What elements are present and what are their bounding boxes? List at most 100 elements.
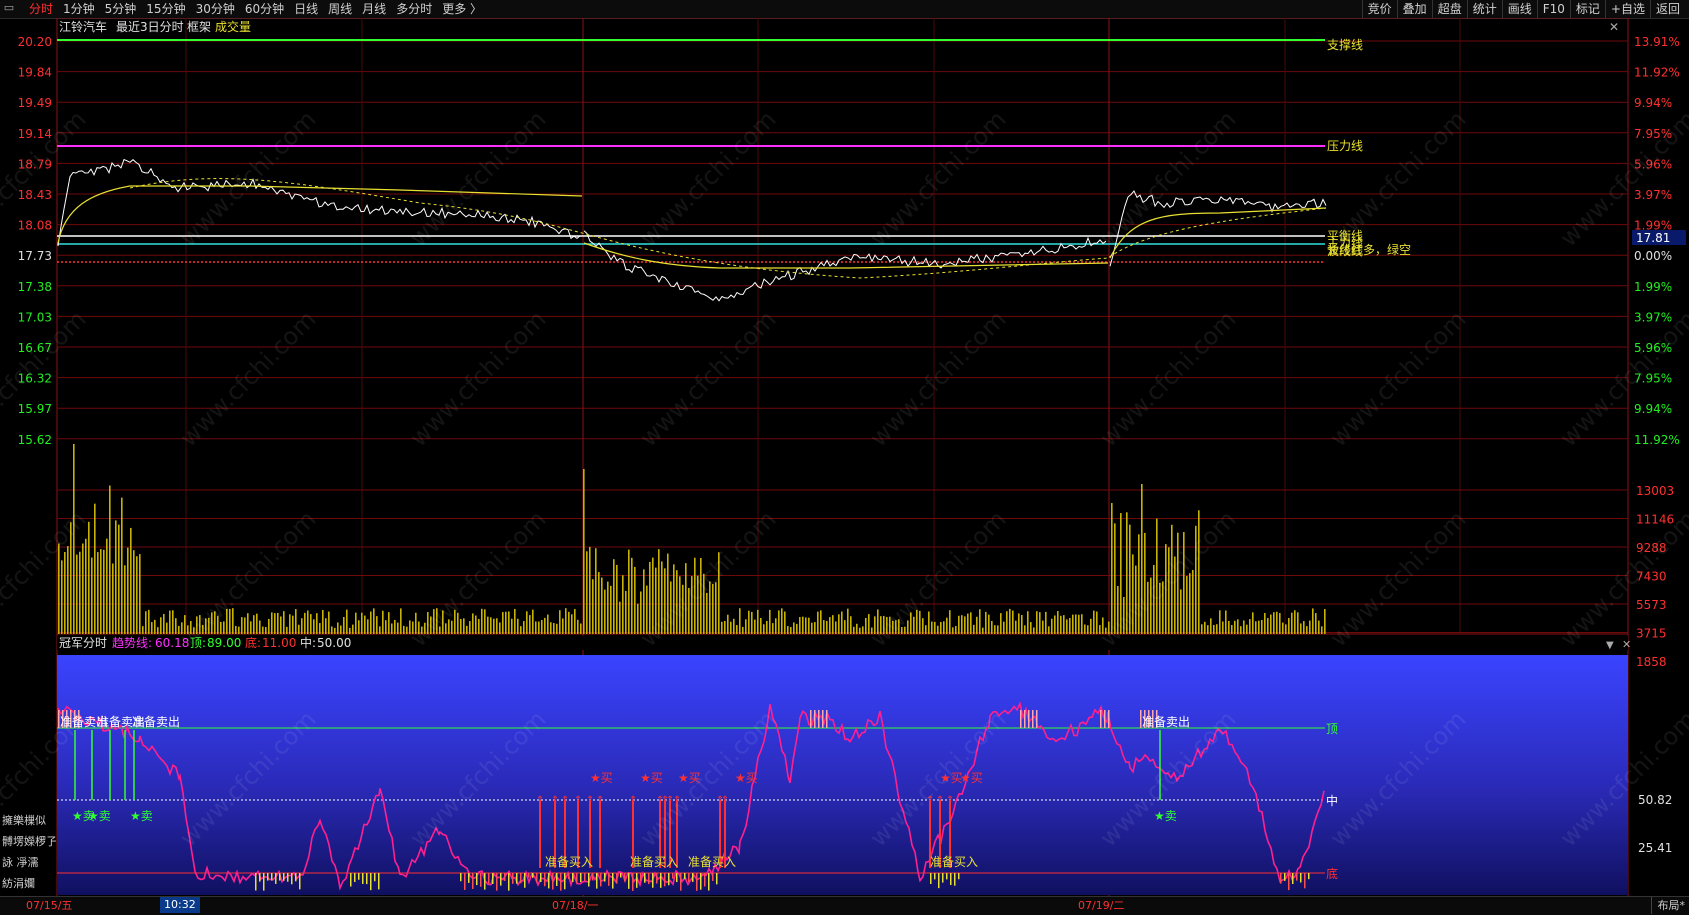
tab-5[interactable]: 60分钟 xyxy=(240,0,289,18)
signal-tick xyxy=(1028,710,1030,728)
pct-tick: 13.91% xyxy=(1634,35,1680,49)
volume-bar xyxy=(940,621,942,634)
signal-tick xyxy=(263,873,265,891)
buy-arrow: ⇑ xyxy=(596,795,604,806)
volume-bar xyxy=(1213,624,1215,634)
signal-tick xyxy=(544,873,546,887)
volume-bar xyxy=(1006,611,1008,634)
volume-bar xyxy=(151,622,153,634)
signal-tick xyxy=(640,873,642,881)
signal-tick xyxy=(692,873,694,882)
signal-tick xyxy=(366,873,368,885)
volume-tick: 1858 xyxy=(1636,655,1667,669)
volume-bar xyxy=(559,610,561,634)
volume-bar xyxy=(118,524,120,634)
volume-bar xyxy=(928,611,930,634)
volume-bar xyxy=(595,548,597,634)
volume-bar xyxy=(520,626,522,634)
signal-tick xyxy=(492,873,494,884)
signal-tick xyxy=(580,873,582,883)
volume-bar xyxy=(1240,626,1242,634)
volume-bar xyxy=(949,610,951,634)
volume-bar xyxy=(730,621,732,634)
volume-bar xyxy=(952,627,954,634)
side-menu-item-3[interactable]: 紡涓孄 xyxy=(0,873,56,894)
menu-icon[interactable]: ▭ xyxy=(2,1,16,15)
tool-8[interactable]: 返回 xyxy=(1649,0,1685,18)
volume-bar xyxy=(154,619,156,634)
price-tick: 20.20 xyxy=(18,35,52,49)
frame-label: 框架 xyxy=(187,20,211,34)
buy-star: ★买 xyxy=(590,771,613,785)
signal-tick xyxy=(512,873,514,884)
volume-bar xyxy=(631,557,633,634)
signal-tick xyxy=(374,873,376,882)
signal-tick xyxy=(476,873,478,886)
volume-bar xyxy=(541,620,543,634)
tab-8[interactable]: 月线 xyxy=(357,0,391,18)
pct-tick: 3.97% xyxy=(1634,188,1672,202)
signal-tick xyxy=(271,873,273,881)
volume-bar xyxy=(121,497,123,634)
volume-bar xyxy=(763,624,765,634)
tool-0[interactable]: 竞价 xyxy=(1361,0,1397,18)
chart-svg[interactable]: 江铃汽车 最近3日分时 框架 成交量 ✕ 20.20 13.91% 19.84 11.92% 19… xyxy=(0,17,1689,896)
volume-bar xyxy=(1039,612,1041,634)
signal-tick xyxy=(822,710,824,728)
tab-10[interactable]: 更多 〉 xyxy=(437,0,487,18)
volume-bar xyxy=(343,617,345,634)
trend-label: 趋势线: xyxy=(112,636,152,650)
tab-6[interactable]: 日线 xyxy=(289,0,323,18)
pct-tick: 0.00% xyxy=(1634,249,1672,263)
tool-4[interactable]: 画线 xyxy=(1501,0,1537,18)
volume-bar xyxy=(67,546,69,634)
volume-bar xyxy=(1273,612,1275,634)
tool-2[interactable]: 超盘 xyxy=(1431,0,1467,18)
tab-4[interactable]: 30分钟 xyxy=(191,0,240,18)
tab-7[interactable]: 周线 xyxy=(323,0,357,18)
volume-bar xyxy=(472,613,474,634)
tab-0[interactable]: 分时 xyxy=(24,0,58,18)
signal-tick xyxy=(496,873,498,891)
signal-tick xyxy=(255,873,257,891)
time-cursor-label: 10:32 xyxy=(160,897,200,913)
volume-bar xyxy=(298,624,300,634)
tool-5[interactable]: F10 xyxy=(1536,0,1570,18)
volume-bar xyxy=(1306,626,1308,634)
volume-bar xyxy=(1321,626,1323,634)
tab-9[interactable]: 多分时 xyxy=(391,0,437,18)
volume-bar xyxy=(97,552,99,634)
volume-bar xyxy=(1246,624,1248,634)
buy-arrow: ⇑ xyxy=(586,795,594,806)
side-menu-item-0[interactable]: 擁樂樔似 xyxy=(0,810,56,831)
tool-7[interactable]: +自选 xyxy=(1604,0,1650,18)
tab-1[interactable]: 1分钟 xyxy=(58,0,100,18)
signal-tick xyxy=(620,873,622,878)
volume-bar xyxy=(1189,573,1191,634)
volume-bar xyxy=(271,612,273,634)
signal-tick xyxy=(946,873,948,880)
signal-tick xyxy=(362,873,364,884)
signal-tick xyxy=(1300,873,1302,883)
signal-tick xyxy=(516,873,518,884)
tool-3[interactable]: 统计 xyxy=(1466,0,1502,18)
volume-bar xyxy=(157,627,159,634)
volume-bar xyxy=(76,554,78,634)
tab-3[interactable]: 15分钟 xyxy=(141,0,190,18)
side-menu-item-1[interactable]: 髆塄嬫椤孒 xyxy=(0,831,56,852)
volume-bar xyxy=(1258,620,1260,634)
chart-area[interactable]: 江铃汽车 最近3日分时 框架 成交量 ✕ 20.20 13.91% 19.84 11.92% 19… xyxy=(0,17,1689,896)
volume-bar xyxy=(280,616,282,634)
volume-bar xyxy=(523,621,525,634)
layout-button[interactable]: 布局* xyxy=(1650,897,1685,914)
volume-tick: 13003 xyxy=(1636,484,1674,498)
tab-2[interactable]: 5分钟 xyxy=(100,0,142,18)
volume-bar xyxy=(799,617,801,634)
buy-arrow: ⇑ xyxy=(721,795,729,806)
tool-6[interactable]: 标记 xyxy=(1569,0,1605,18)
buy-ready-label: 准备买入 xyxy=(545,855,593,869)
side-menu-item-2[interactable]: 詠 凈濡 xyxy=(0,852,56,873)
tool-1[interactable]: 叠加 xyxy=(1396,0,1432,18)
volume-bar xyxy=(757,609,759,634)
signal-tick xyxy=(672,873,674,879)
